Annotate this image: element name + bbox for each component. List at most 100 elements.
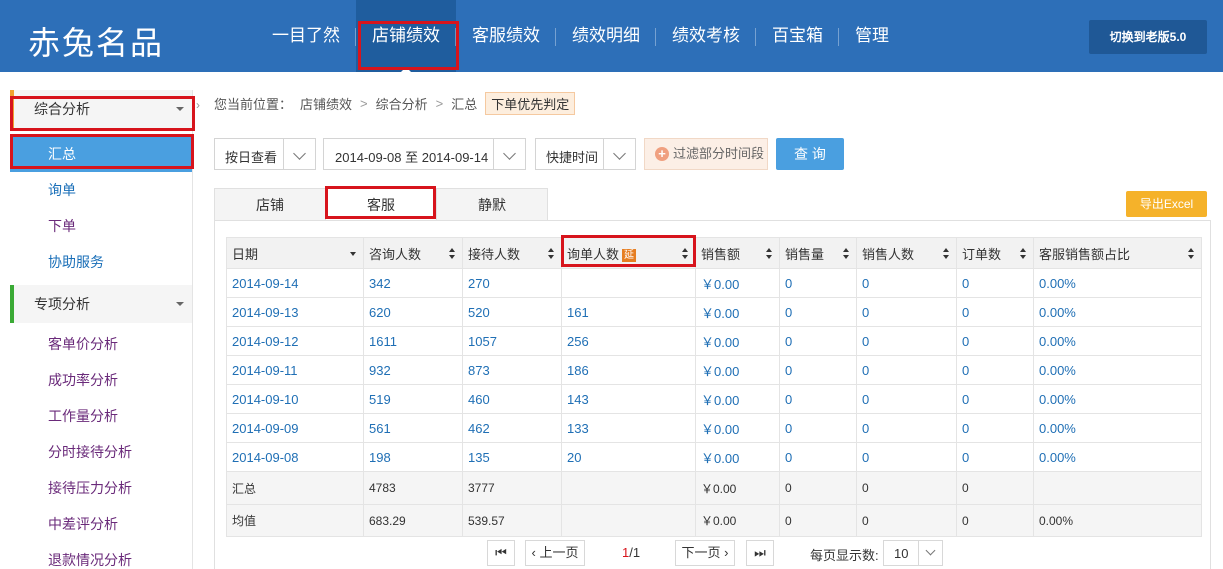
sidebar-item-bad-review[interactable]: 中差评分析 xyxy=(10,506,192,542)
sidebar-item-assist[interactable]: 协助服务 xyxy=(10,244,192,280)
table-cell[interactable]: 2014-09-08 xyxy=(226,442,364,472)
table-cell[interactable]: 460 xyxy=(462,384,562,414)
nav-performance-review[interactable]: 绩效考核 xyxy=(656,0,756,72)
table-cell[interactable]: 0 xyxy=(956,326,1034,356)
table-cell[interactable]: ￥0.00 xyxy=(695,297,780,327)
table-cell[interactable]: 2014-09-09 xyxy=(226,413,364,443)
tab-shop[interactable]: 店铺 xyxy=(214,188,325,221)
table-cell[interactable]: 0 xyxy=(956,384,1034,414)
export-excel-button[interactable]: 导出Excel xyxy=(1126,191,1207,217)
last-page-button[interactable]: ⏭ xyxy=(746,540,774,566)
table-cell[interactable]: 133 xyxy=(561,413,696,443)
tab-customer-service[interactable]: 客服 xyxy=(325,188,436,221)
table-cell[interactable]: 0 xyxy=(956,413,1034,443)
nav-overview[interactable]: 一目了然 xyxy=(256,0,356,72)
date-range-picker[interactable]: 2014-09-08 至 2014-09-14 xyxy=(323,138,526,170)
nav-performance-detail[interactable]: 绩效明细 xyxy=(556,0,656,72)
table-cell[interactable]: 2014-09-13 xyxy=(226,297,364,327)
nav-cs-performance[interactable]: 客服绩效 xyxy=(456,0,556,72)
table-cell[interactable]: 0 xyxy=(856,268,957,298)
table-cell[interactable]: ￥0.00 xyxy=(695,268,780,298)
table-cell[interactable]: 1057 xyxy=(462,326,562,356)
table-cell[interactable]: 462 xyxy=(462,413,562,443)
table-cell[interactable]: 0 xyxy=(856,297,957,327)
exclude-time-button[interactable]: + 过滤部分时间段 xyxy=(644,138,768,170)
table-cell[interactable]: 270 xyxy=(462,268,562,298)
col-cs-sales-ratio[interactable]: 客服销售额占比 xyxy=(1033,237,1202,269)
table-cell[interactable]: 520 xyxy=(462,297,562,327)
table-cell[interactable]: 0 xyxy=(779,355,857,385)
switch-old-version-button[interactable]: 切换到老版5.0 xyxy=(1089,20,1207,54)
sidebar-item-order[interactable]: 下单 xyxy=(10,208,192,244)
table-cell[interactable]: 1611 xyxy=(363,326,463,356)
per-page-select[interactable]: 10 xyxy=(883,540,943,566)
first-page-button[interactable]: ⏮ xyxy=(487,540,515,566)
table-cell[interactable]: 0 xyxy=(956,297,1034,327)
table-cell[interactable]: 0.00% xyxy=(1033,326,1202,356)
table-cell[interactable]: 2014-09-14 xyxy=(226,268,364,298)
table-cell[interactable]: 143 xyxy=(561,384,696,414)
col-buyers[interactable]: 销售人数 xyxy=(856,237,957,269)
sidebar-item-workload[interactable]: 工作量分析 xyxy=(10,398,192,434)
table-cell[interactable]: 0 xyxy=(779,326,857,356)
sidebar-item-inquiry[interactable]: 询单 xyxy=(10,172,192,208)
table-cell[interactable]: 873 xyxy=(462,355,562,385)
col-orders[interactable]: 订单数 xyxy=(956,237,1034,269)
breadcrumb-item[interactable]: 综合分析 xyxy=(376,94,428,113)
tab-silent[interactable]: 静默 xyxy=(436,188,548,221)
table-cell[interactable]: 0.00% xyxy=(1033,268,1202,298)
table-cell[interactable]: 0.00% xyxy=(1033,442,1202,472)
table-cell[interactable]: 561 xyxy=(363,413,463,443)
sidebar-group-overall[interactable]: 综合分析 xyxy=(10,90,192,128)
col-sales-volume[interactable]: 销售量 xyxy=(779,237,857,269)
table-cell[interactable]: ￥0.00 xyxy=(695,384,780,414)
view-mode-select[interactable]: 按日查看 xyxy=(214,138,316,170)
table-cell[interactable]: 0 xyxy=(779,268,857,298)
table-cell[interactable]: 186 xyxy=(561,355,696,385)
col-sales-amount[interactable]: 销售额 xyxy=(695,237,780,269)
col-consult[interactable]: 咨询人数 xyxy=(363,237,463,269)
table-cell[interactable]: 161 xyxy=(561,297,696,327)
table-cell[interactable]: ￥0.00 xyxy=(695,442,780,472)
prev-page-button[interactable]: ‹ 上一页 xyxy=(525,540,585,566)
table-cell[interactable]: 0.00% xyxy=(1033,355,1202,385)
app-logo[interactable]: 赤兔名品 xyxy=(28,18,164,64)
table-cell[interactable]: 0.00% xyxy=(1033,413,1202,443)
col-inquiry[interactable]: 询单人数延 xyxy=(561,237,696,269)
table-cell[interactable]: 519 xyxy=(363,384,463,414)
sidebar-item-refund[interactable]: 退款情况分析 xyxy=(10,542,192,569)
nav-toolbox[interactable]: 百宝箱 xyxy=(756,0,839,72)
table-cell[interactable]: 0 xyxy=(856,384,957,414)
table-cell[interactable]: 20 xyxy=(561,442,696,472)
table-cell[interactable]: 135 xyxy=(462,442,562,472)
query-button[interactable]: 查 询 xyxy=(776,138,844,170)
table-cell[interactable]: 0 xyxy=(856,413,957,443)
sidebar-item-unit-price[interactable]: 客单价分析 xyxy=(10,326,192,362)
table-cell[interactable]: 256 xyxy=(561,326,696,356)
sidebar-group-special[interactable]: 专项分析 xyxy=(10,285,192,323)
table-cell[interactable]: 0 xyxy=(779,413,857,443)
table-cell[interactable]: 2014-09-12 xyxy=(226,326,364,356)
sidebar-item-reception-pressure[interactable]: 接待压力分析 xyxy=(10,470,192,506)
table-cell[interactable]: 0 xyxy=(779,442,857,472)
table-cell[interactable]: 0.00% xyxy=(1033,384,1202,414)
next-page-button[interactable]: 下一页 › xyxy=(675,540,735,566)
sidebar-item-success-rate[interactable]: 成功率分析 xyxy=(10,362,192,398)
table-cell[interactable]: 0 xyxy=(856,326,957,356)
table-cell[interactable]: 0 xyxy=(779,297,857,327)
table-cell[interactable]: 0 xyxy=(856,442,957,472)
table-cell[interactable]: ￥0.00 xyxy=(695,326,780,356)
sidebar-item-hourly-reception[interactable]: 分时接待分析 xyxy=(10,434,192,470)
table-cell[interactable]: 198 xyxy=(363,442,463,472)
table-cell[interactable]: 0 xyxy=(856,355,957,385)
table-cell[interactable]: 0 xyxy=(956,268,1034,298)
table-cell[interactable]: 0 xyxy=(956,355,1034,385)
breadcrumb-item[interactable]: 店铺绩效 xyxy=(300,94,352,113)
table-cell[interactable]: 0 xyxy=(956,442,1034,472)
table-cell[interactable]: 932 xyxy=(363,355,463,385)
col-received[interactable]: 接待人数 xyxy=(462,237,562,269)
table-cell[interactable]: 0.00% xyxy=(1033,297,1202,327)
table-cell[interactable]: 620 xyxy=(363,297,463,327)
table-cell[interactable]: 2014-09-11 xyxy=(226,355,364,385)
table-cell[interactable]: 342 xyxy=(363,268,463,298)
